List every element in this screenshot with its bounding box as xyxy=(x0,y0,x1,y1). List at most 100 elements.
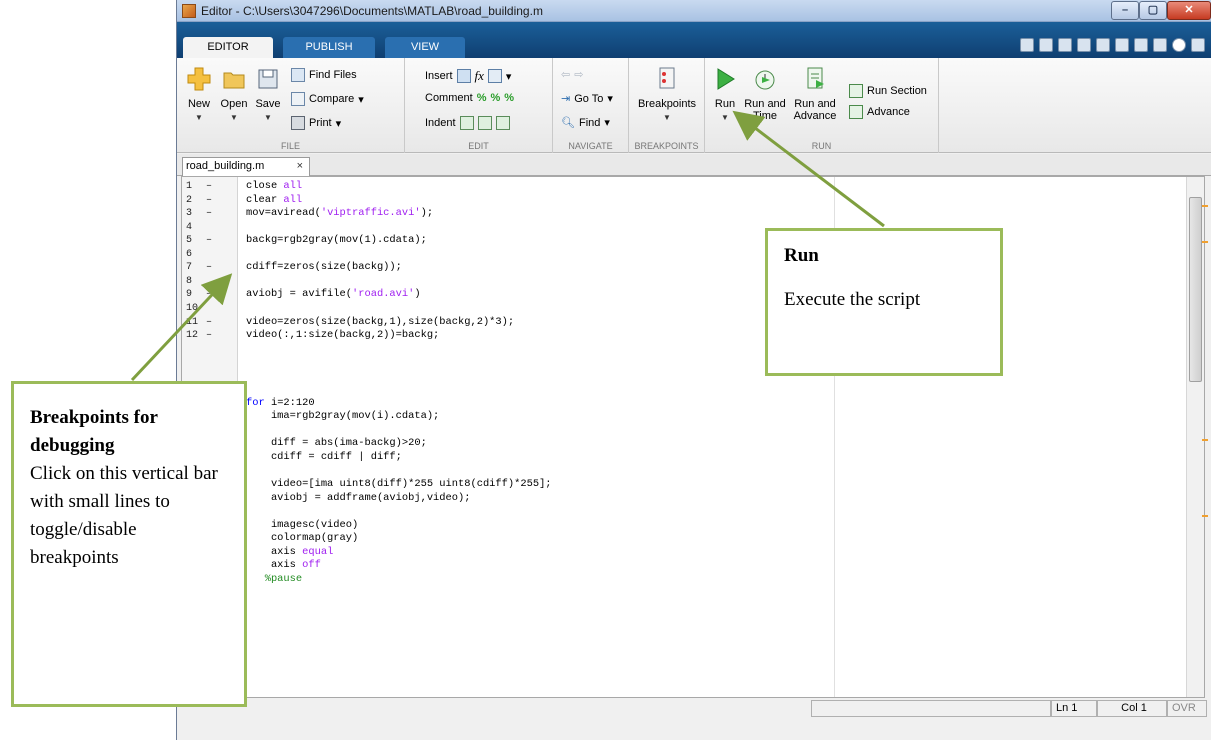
uncomment-icon: % xyxy=(490,92,501,104)
breakpoint-marker[interactable]: – xyxy=(206,329,220,343)
back-forward-buttons[interactable]: ⇦ ⇨ xyxy=(561,68,583,81)
warning-marker[interactable] xyxy=(1202,439,1208,441)
code-line[interactable]: imagesc(video) xyxy=(246,519,358,533)
run-button[interactable]: Run ▼ xyxy=(711,66,739,124)
code-line[interactable]: for i=2:120 xyxy=(246,397,315,411)
tab-view[interactable]: VIEW xyxy=(385,37,465,58)
breakpoint-marker[interactable]: – xyxy=(206,288,220,302)
code-token: mov=aviread( xyxy=(246,207,321,220)
code-line[interactable]: ima=rgb2gray(mov(i).cdata); xyxy=(246,410,439,424)
new-button[interactable]: New ▼ xyxy=(185,66,213,124)
code-line[interactable]: aviobj = addframe(aviobj,video); xyxy=(246,492,471,506)
breakpoint-marker[interactable]: – xyxy=(206,261,220,275)
find-files-button[interactable]: Find Files xyxy=(291,68,357,82)
breakpoint-marker[interactable]: – xyxy=(206,234,220,248)
insert-button[interactable]: Insert fx ▾ xyxy=(425,68,511,84)
tab-publish[interactable]: PUBLISH xyxy=(283,37,375,58)
line-number-row[interactable]: 1– xyxy=(186,180,236,194)
redo-icon[interactable] xyxy=(1134,38,1148,52)
minimize-button[interactable]: – xyxy=(1111,1,1139,20)
code-line[interactable]: aviobj = avifile('road.avi') xyxy=(246,288,421,302)
code-token: diff = abs(ima-backg)>20; xyxy=(246,437,427,450)
save-icon[interactable] xyxy=(1039,38,1053,52)
code-token: imagesc(video) xyxy=(246,518,359,531)
chevron-down-icon: ▾ xyxy=(505,70,512,83)
search-icon: 🔍︎ xyxy=(561,117,575,129)
undo-icon[interactable] xyxy=(1115,38,1129,52)
warning-marker[interactable] xyxy=(1202,515,1208,517)
code-line[interactable]: colormap(gray) xyxy=(246,532,358,546)
code-line[interactable]: backg=rgb2gray(mov(1).cdata); xyxy=(246,234,427,248)
cut-icon[interactable] xyxy=(1058,38,1072,52)
code-line[interactable]: mov=aviread('viptraffic.avi'); xyxy=(246,207,433,221)
code-line[interactable]: axis off xyxy=(246,559,321,573)
comment-button[interactable]: Comment % % % xyxy=(425,92,514,104)
code-editor[interactable]: 1–2–3–45–67–89–1011–12–293031 close allc… xyxy=(181,176,1208,698)
layout-icon[interactable] xyxy=(1020,38,1034,52)
line-number-row[interactable] xyxy=(186,343,236,357)
breakpoint-marker[interactable]: – xyxy=(206,316,220,330)
code-line[interactable]: video(:,1:size(backg,2))=backg; xyxy=(246,329,439,343)
breakpoint-marker[interactable]: – xyxy=(206,180,220,194)
line-number: 2 xyxy=(186,194,193,206)
line-number-row[interactable]: 8 xyxy=(186,275,236,289)
search-documentation-icon[interactable] xyxy=(1191,38,1205,52)
chevron-down-icon: ▾ xyxy=(607,93,613,105)
code-line[interactable]: video=[ima uint8(diff)*255 uint8(cdiff)*… xyxy=(246,478,552,492)
line-number-row[interactable]: 12– xyxy=(186,329,236,343)
code-line[interactable]: diff = abs(ima-backg)>20; xyxy=(246,437,427,451)
run-and-advance-button[interactable]: Run and Advance xyxy=(791,66,839,122)
code-line[interactable]: video=zeros(size(backg,1),size(backg,2)*… xyxy=(246,316,514,330)
code-token: video=[ima uint8(diff)*255 uint8(cdiff)*… xyxy=(246,478,552,491)
save-button[interactable]: Save ▼ xyxy=(253,66,283,124)
line-number-row[interactable]: 3– xyxy=(186,207,236,221)
line-number-row[interactable]: 4 xyxy=(186,221,236,235)
line-number-row[interactable] xyxy=(186,356,236,370)
decrease-indent-icon xyxy=(495,116,510,130)
find-button[interactable]: 🔍︎ Find ▾ xyxy=(561,116,610,130)
document-tab[interactable]: road_building.m × xyxy=(182,157,310,176)
code-line[interactable]: axis equal xyxy=(246,546,333,560)
code-line[interactable]: close all xyxy=(246,180,302,194)
copy-icon[interactable] xyxy=(1077,38,1091,52)
code-line[interactable]: %pause xyxy=(246,573,302,587)
run-and-time-button[interactable]: Run and Time xyxy=(743,66,787,122)
help-icon[interactable] xyxy=(1172,38,1186,52)
maximize-button[interactable]: ▢ xyxy=(1139,1,1167,20)
close-button[interactable]: ✕ xyxy=(1167,1,1211,20)
line-number-row[interactable]: 6 xyxy=(186,248,236,262)
compare-button[interactable]: Compare ▾ xyxy=(291,92,364,106)
advance-button[interactable]: Advance xyxy=(849,105,910,119)
print-button[interactable]: Print ▾ xyxy=(291,116,341,130)
line-number-row[interactable]: 9– xyxy=(186,288,236,302)
code-token: video(:,1:size(backg,2))=backg; xyxy=(246,329,440,342)
line-number: 11 xyxy=(186,316,199,328)
close-tab-icon[interactable]: × xyxy=(297,158,303,175)
comment-icon: % xyxy=(476,92,487,104)
paste-icon[interactable] xyxy=(1096,38,1110,52)
line-number-row[interactable]: 5– xyxy=(186,234,236,248)
code-area[interactable]: close all clear all mov=aviread('viptraffi… xyxy=(246,177,1184,697)
run-section-button[interactable]: Run Section xyxy=(849,84,927,98)
warning-marker[interactable] xyxy=(1202,241,1208,243)
indent-button[interactable]: Indent xyxy=(425,116,510,130)
code-line[interactable]: cdiff=zeros(size(backg)); xyxy=(246,261,402,275)
warning-marker[interactable] xyxy=(1202,205,1208,207)
breakpoints-button[interactable]: Breakpoints ▼ xyxy=(635,66,699,124)
switch-windows-icon[interactable] xyxy=(1153,38,1167,52)
open-button[interactable]: Open ▼ xyxy=(219,66,249,124)
line-number-row[interactable]: 2– xyxy=(186,194,236,208)
file-section-label: FILE xyxy=(280,141,300,151)
scrollbar-thumb[interactable] xyxy=(1189,197,1202,382)
code-line[interactable]: cdiff = cdiff | diff; xyxy=(246,451,402,465)
code-line[interactable]: clear all xyxy=(246,194,302,208)
breakpoint-marker[interactable]: – xyxy=(206,207,220,221)
line-number-row[interactable]: 10 xyxy=(186,302,236,316)
breakpoint-marker[interactable]: – xyxy=(206,194,220,208)
tab-editor[interactable]: EDITOR xyxy=(183,37,273,58)
line-number-row[interactable]: 7– xyxy=(186,261,236,275)
goto-button[interactable]: ⇥ Go To ▾ xyxy=(561,92,613,106)
chevron-down-icon: ▾ xyxy=(604,117,610,129)
line-number-row[interactable]: 11– xyxy=(186,316,236,330)
vertical-scrollbar[interactable] xyxy=(1186,177,1208,697)
